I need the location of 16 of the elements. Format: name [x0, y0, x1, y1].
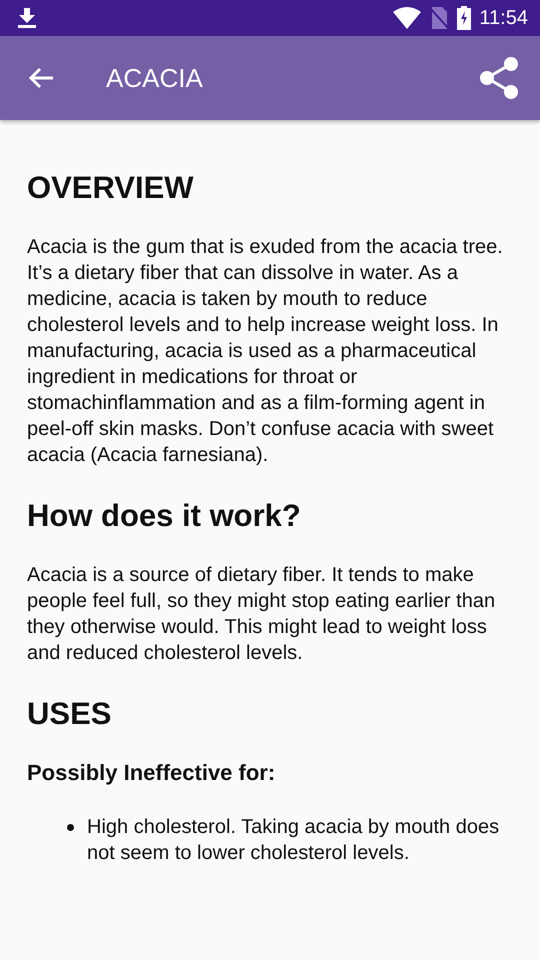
paragraph: Acacia is the gum that is exuded from the acacia tree. It’s a dietary fiber that can dissolve in water. As a medicine, acacia is taken by mouth to reduce cholesterol levels and to help increase weight loss. In manufacturing, acacia is used as a pharmaceutical ingredient in medications for throat or stomachinflammation and as a film-forming agent in peel-off skin masks. Don’t confuse acacia with sweet acacia (Acacia farnesiana).: [27, 235, 504, 468]
list-item: High cholesterol. Taking acacia by mouth does not seem to lower cholesterol levels.: [87, 815, 500, 866]
wifi-icon: [393, 7, 422, 29]
page-title: ACACIA: [106, 62, 203, 94]
paragraph: Acacia is a source of dietary fiber. It tends to make people feel full, so they might stop eating earlier than they otherwise would. This might lead to weight loss and reduced cholesterol levels.: [27, 563, 496, 666]
share-icon[interactable]: [480, 57, 518, 99]
section-heading: USES: [27, 695, 112, 733]
bullet-icon: [67, 824, 74, 832]
section-heading: How does it work?: [27, 497, 302, 535]
no-sim-icon: [429, 7, 450, 29]
section-heading: OVERVIEW: [27, 169, 195, 207]
download-icon: [18, 8, 36, 28]
battery-icon: [457, 6, 472, 30]
back-arrow-icon[interactable]: [28, 67, 54, 89]
status-time: 11:54: [479, 6, 528, 31]
subheading: Possibly Ineffective for:: [27, 760, 276, 786]
